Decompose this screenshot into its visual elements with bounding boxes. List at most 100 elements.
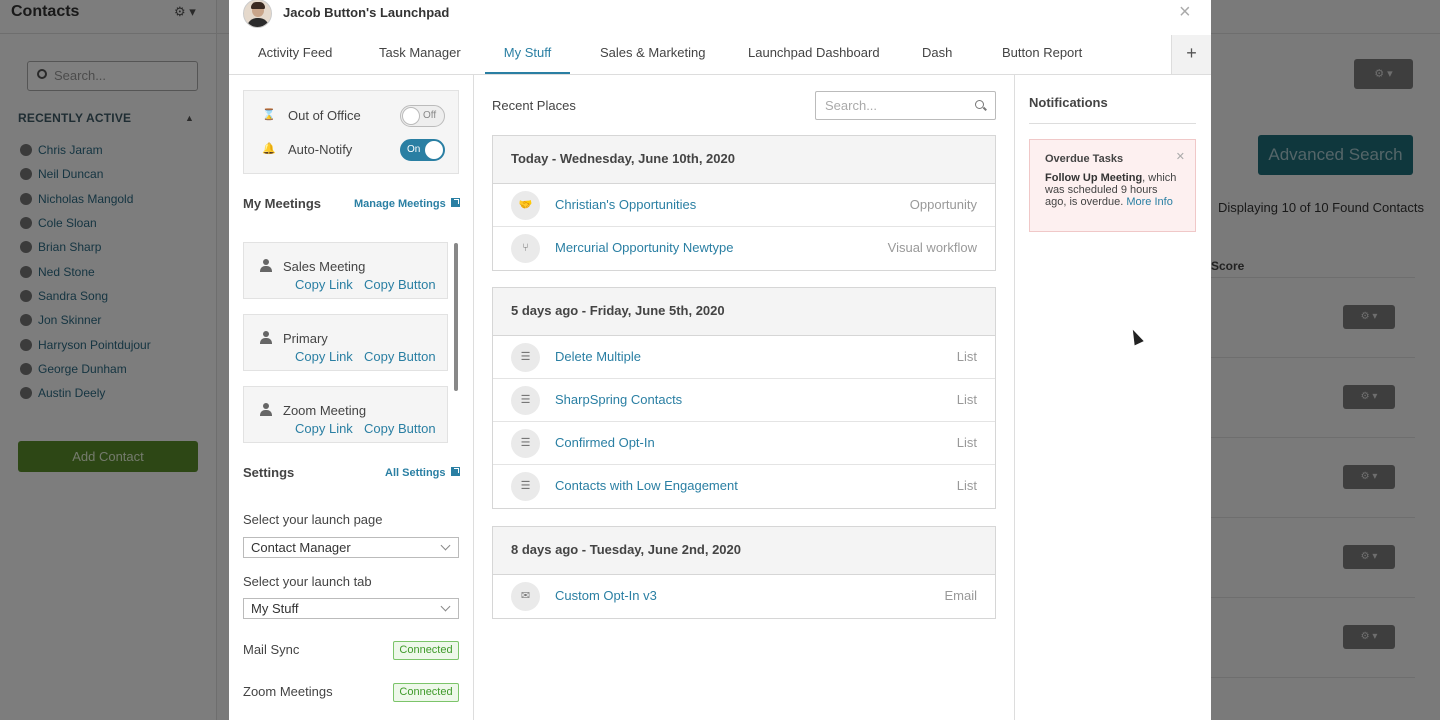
tab-activity-feed[interactable]: Activity Feed	[258, 35, 332, 74]
toggle-state-label: On	[407, 144, 421, 155]
person-icon	[260, 331, 272, 344]
external-link-icon	[450, 467, 460, 476]
all-settings-link[interactable]: All Settings	[385, 467, 460, 479]
more-info-link[interactable]: More Info	[1126, 196, 1172, 208]
avatar	[243, 0, 272, 28]
out-of-office-label: Out of Office	[288, 108, 361, 123]
auto-notify-toggle[interactable]: On	[400, 139, 445, 161]
recent-place-type: Visual workflow	[887, 240, 977, 255]
notifications-title: Notifications	[1029, 95, 1108, 110]
envelope-icon: ✉	[511, 582, 540, 611]
recent-place-item[interactable]: ☰ Confirmed Opt-In List	[493, 422, 995, 465]
copy-link-button[interactable]: Copy Link	[295, 349, 353, 364]
recent-place-name[interactable]: Custom Opt-In v3	[555, 588, 657, 603]
tab-launchpad-dashboard[interactable]: Launchpad Dashboard	[748, 35, 880, 74]
handshake-icon: 🤝	[511, 191, 540, 220]
recent-place-name[interactable]: Christian's Opportunities	[555, 197, 696, 212]
recent-group-heading: 8 days ago - Tuesday, June 2nd, 2020	[493, 527, 995, 575]
recent-group: Today - Wednesday, June 10th, 2020 🤝 Chr…	[492, 135, 996, 271]
tab-my-stuff[interactable]: My Stuff	[485, 35, 570, 74]
meeting-card: Zoom Meeting Copy Link Copy Button	[243, 386, 448, 443]
meeting-name: Zoom Meeting	[283, 403, 367, 418]
recent-places-column: Recent Places Search... Today - Wednesda…	[474, 75, 1015, 720]
recent-place-item[interactable]: ☰ Delete Multiple List	[493, 336, 995, 379]
copy-button-button[interactable]: Copy Button	[364, 277, 436, 292]
my-status-column: ⌛ Out of Office Off 🔔 Auto-Notify On My …	[229, 75, 474, 720]
toggle-state-label: Off	[423, 110, 437, 121]
recent-place-item[interactable]: 🤝 Christian's Opportunities Opportunity	[493, 184, 995, 227]
meeting-name: Primary	[283, 331, 328, 346]
person-icon	[260, 259, 272, 272]
notifications-divider	[1029, 123, 1196, 124]
modal-title: Jacob Button's Launchpad	[283, 5, 450, 20]
notification-heading: Overdue Tasks	[1045, 153, 1124, 165]
close-icon[interactable]: ✕	[1176, 151, 1185, 163]
add-tab-button[interactable]: +	[1171, 35, 1211, 74]
search-icon[interactable]	[975, 100, 984, 109]
meeting-name: Sales Meeting	[283, 259, 366, 274]
mail-sync-label: Mail Sync	[243, 642, 300, 657]
recent-group: 8 days ago - Tuesday, June 2nd, 2020 ✉ C…	[492, 526, 996, 619]
recent-place-type: List	[956, 435, 977, 450]
launch-tab-label: Select your launch tab	[243, 574, 372, 589]
auto-notify-row: 🔔 Auto-Notify On	[244, 138, 460, 166]
manage-meetings-link[interactable]: Manage Meetings	[354, 198, 460, 210]
mail-sync-status-badge[interactable]: Connected	[393, 641, 459, 660]
status-box: ⌛ Out of Office Off 🔔 Auto-Notify On	[243, 90, 459, 174]
notification-card: Overdue Tasks Follow Up Meeting, which w…	[1029, 139, 1196, 232]
close-icon[interactable]: ×	[1179, 1, 1191, 24]
manage-meetings-label: Manage Meetings	[354, 198, 446, 210]
chevron-down-icon	[440, 540, 451, 551]
meetings-scrollbar[interactable]	[454, 243, 458, 391]
auto-notify-label: Auto-Notify	[288, 142, 353, 157]
launch-page-value: Contact Manager	[251, 540, 351, 555]
zoom-meetings-status-badge[interactable]: Connected	[393, 683, 459, 702]
recent-place-type: Opportunity	[909, 197, 977, 212]
recent-place-type: List	[956, 349, 977, 364]
meetings-list[interactable]: Sales Meeting Copy Link Copy Button Prim…	[243, 242, 455, 447]
copy-link-button[interactable]: Copy Link	[295, 421, 353, 436]
list-icon: ☰	[511, 386, 540, 415]
tab-dash[interactable]: Dash	[922, 35, 952, 74]
recent-places-title: Recent Places	[492, 98, 576, 113]
person-icon	[260, 403, 272, 416]
external-link-icon	[450, 198, 460, 207]
recent-place-item[interactable]: ☰ SharpSpring Contacts List	[493, 379, 995, 422]
notification-task-name: Follow Up Meeting	[1045, 172, 1143, 184]
settings-title: Settings	[243, 465, 295, 480]
out-of-office-toggle[interactable]: Off	[400, 105, 445, 127]
bell-icon: 🔔	[262, 143, 276, 155]
launch-tab-select[interactable]: My Stuff	[243, 598, 459, 619]
launchpad-tabs: Activity Feed Task Manager My Stuff Sale…	[229, 35, 1211, 75]
list-icon: ☰	[511, 429, 540, 458]
meeting-card: Sales Meeting Copy Link Copy Button	[243, 242, 448, 299]
zoom-meetings-label: Zoom Meetings	[243, 684, 333, 699]
tab-sales-marketing[interactable]: Sales & Marketing	[600, 35, 706, 74]
recent-places-search-input[interactable]: Search...	[815, 91, 996, 120]
out-of-office-row: ⌛ Out of Office Off	[244, 104, 460, 132]
recent-group-heading: 5 days ago - Friday, June 5th, 2020	[493, 288, 995, 336]
recent-place-name[interactable]: Confirmed Opt-In	[555, 435, 655, 450]
tab-task-manager[interactable]: Task Manager	[379, 35, 461, 74]
my-meetings-title: My Meetings	[243, 196, 322, 211]
recent-place-type: List	[956, 392, 977, 407]
recent-place-type: Email	[944, 588, 977, 603]
recent-group-heading: Today - Wednesday, June 10th, 2020	[493, 136, 995, 184]
all-settings-label: All Settings	[385, 467, 446, 479]
recent-place-name[interactable]: Delete Multiple	[555, 349, 641, 364]
launch-page-select[interactable]: Contact Manager	[243, 537, 459, 558]
recent-place-item[interactable]: ⑂ Mercurial Opportunity Newtype Visual w…	[493, 227, 995, 270]
copy-button-button[interactable]: Copy Button	[364, 349, 436, 364]
modal-header: Jacob Button's Launchpad ×	[229, 0, 1211, 35]
copy-link-button[interactable]: Copy Link	[295, 277, 353, 292]
recent-place-name[interactable]: Contacts with Low Engagement	[555, 478, 738, 493]
recent-place-name[interactable]: Mercurial Opportunity Newtype	[555, 240, 733, 255]
recent-place-item[interactable]: ✉ Custom Opt-In v3 Email	[493, 575, 995, 618]
copy-button-button[interactable]: Copy Button	[364, 421, 436, 436]
launch-tab-value: My Stuff	[251, 601, 299, 616]
away-icon: ⌛	[262, 109, 276, 121]
recent-place-item[interactable]: ☰ Contacts with Low Engagement List	[493, 465, 995, 508]
tab-button-report[interactable]: Button Report	[1002, 35, 1082, 74]
meeting-card: Primary Copy Link Copy Button	[243, 314, 448, 371]
recent-place-name[interactable]: SharpSpring Contacts	[555, 392, 682, 407]
